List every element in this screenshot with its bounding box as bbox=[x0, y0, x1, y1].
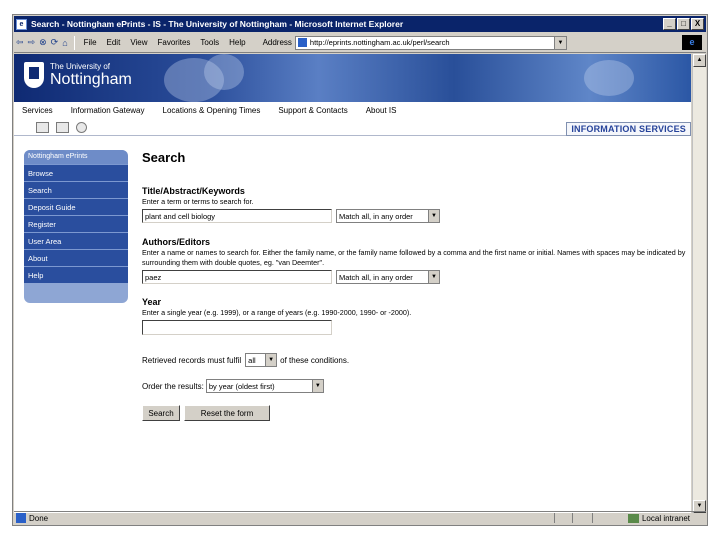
menu-edit[interactable]: Edit bbox=[107, 38, 121, 47]
chevron-down-icon[interactable]: ▼ bbox=[265, 354, 277, 366]
order-value: by year (oldest first) bbox=[208, 381, 275, 391]
page-status-icon bbox=[16, 513, 26, 523]
page-content: The University of Nottingham Services In… bbox=[14, 54, 691, 513]
status-divider bbox=[572, 513, 573, 523]
nav-about-is[interactable]: About IS bbox=[366, 106, 397, 118]
authors-match-select[interactable]: Match all, in any order ▼ bbox=[336, 270, 440, 284]
minimize-button[interactable]: _ bbox=[663, 18, 676, 30]
search-form: Search Title/Abstract/Keywords Enter a t… bbox=[142, 150, 687, 421]
browser-toolbar: ⇦ ⇨ ⊗ ⟳ ⌂ File Edit View Favorites Tools… bbox=[14, 33, 706, 53]
ie-icon: e bbox=[16, 18, 27, 30]
conditions-select[interactable]: all ▼ bbox=[245, 353, 278, 367]
sidebar-item-help[interactable]: Help bbox=[24, 266, 128, 283]
address-value[interactable]: http://eprints.nottingham.ac.uk/perl/sea… bbox=[310, 38, 450, 47]
title-match-select[interactable]: Match all, in any order ▼ bbox=[336, 209, 440, 223]
university-banner: The University of Nottingham bbox=[14, 54, 691, 102]
chevron-down-icon[interactable]: ▼ bbox=[311, 380, 323, 392]
sidebar-item-browse[interactable]: Browse bbox=[24, 164, 128, 181]
address-label: Address bbox=[262, 38, 292, 47]
address-bar[interactable]: http://eprints.nottingham.ac.uk/perl/sea… bbox=[294, 35, 567, 50]
intranet-icon bbox=[627, 513, 639, 523]
stop-icon[interactable]: ⊗ bbox=[39, 37, 47, 48]
order-label: Order the results: bbox=[142, 381, 204, 391]
form-buttons: Search Reset the form bbox=[142, 405, 687, 421]
menu-help[interactable]: Help bbox=[229, 38, 245, 47]
authors-input[interactable] bbox=[142, 270, 332, 284]
status-divider bbox=[554, 513, 555, 523]
nav-information-gateway[interactable]: Information Gateway bbox=[71, 106, 145, 118]
title-section-heading: Title/Abstract/Keywords bbox=[142, 186, 245, 196]
nav-support[interactable]: Support & Contacts bbox=[278, 106, 347, 118]
page-title: Search bbox=[142, 150, 186, 165]
order-row: Order the results: by year (oldest first… bbox=[142, 379, 687, 393]
close-button[interactable]: X bbox=[691, 18, 704, 30]
nav-locations[interactable]: Locations & Opening Times bbox=[163, 106, 261, 118]
security-zone: Local intranet bbox=[627, 513, 690, 523]
menu-tools[interactable]: Tools bbox=[200, 38, 219, 47]
status-divider bbox=[592, 513, 593, 523]
window-title: Search - Nottingham ePrints - IS - The U… bbox=[31, 19, 404, 29]
search-button[interactable]: Search bbox=[142, 405, 180, 421]
year-input[interactable] bbox=[142, 320, 332, 335]
ie-throbber-icon: e bbox=[682, 35, 702, 50]
site-nav: Services Information Gateway Locations &… bbox=[14, 106, 691, 118]
university-name-top: The University of bbox=[50, 62, 111, 71]
scroll-up-icon[interactable]: ▲ bbox=[693, 54, 706, 67]
authors-section-help: Enter a name or names to search for. Eit… bbox=[142, 248, 686, 267]
menu-favorites[interactable]: Favorites bbox=[158, 38, 191, 47]
university-crest-icon bbox=[24, 62, 44, 88]
sidebar-heading[interactable]: Nottingham ePrints bbox=[24, 150, 128, 164]
title-bar: e Search - Nottingham ePrints - IS - The… bbox=[14, 16, 706, 32]
address-dropdown-icon[interactable]: ▼ bbox=[553, 36, 566, 49]
title-keywords-input[interactable] bbox=[142, 209, 332, 223]
window-controls: _ □ X bbox=[663, 18, 704, 30]
toolbar-separator bbox=[73, 35, 75, 50]
authors-match-value: Match all, in any order bbox=[339, 272, 413, 282]
sidebar: Nottingham ePrints Browse Search Deposit… bbox=[24, 150, 128, 303]
vertical-scrollbar[interactable]: ▲ ▼ bbox=[692, 54, 706, 513]
university-name: Nottingham bbox=[50, 71, 132, 88]
nav-services[interactable]: Services bbox=[22, 106, 53, 118]
menu-file[interactable]: File bbox=[84, 38, 97, 47]
page-tools: INFORMATION SERVICES bbox=[14, 120, 691, 136]
status-bar: Done Local intranet bbox=[14, 511, 706, 524]
sidebar-item-about[interactable]: About bbox=[24, 249, 128, 266]
banner-photo bbox=[584, 60, 634, 96]
banner-photo bbox=[204, 54, 244, 90]
text-only-icon[interactable] bbox=[56, 122, 69, 133]
print-icon[interactable] bbox=[36, 122, 49, 133]
authors-section-heading: Authors/Editors bbox=[142, 237, 211, 247]
title-section-help: Enter a term or terms to search for. bbox=[142, 197, 254, 206]
sidebar-item-register[interactable]: Register bbox=[24, 215, 128, 232]
year-section-help: Enter a single year (e.g. 1999), or a ra… bbox=[142, 308, 412, 317]
sidebar-item-search[interactable]: Search bbox=[24, 181, 128, 198]
menu-view[interactable]: View bbox=[130, 38, 147, 47]
back-icon[interactable]: ⇦ bbox=[16, 37, 24, 48]
refresh-icon[interactable]: ⟳ bbox=[51, 37, 59, 48]
home-icon[interactable]: ⌂ bbox=[62, 38, 67, 48]
order-select[interactable]: by year (oldest first) ▼ bbox=[205, 379, 324, 393]
zone-text: Local intranet bbox=[641, 513, 690, 523]
conditions-before-text: Retrieved records must fulfil bbox=[142, 355, 242, 365]
status-text: Done bbox=[29, 513, 49, 523]
sidebar-item-user-area[interactable]: User Area bbox=[24, 232, 128, 249]
reset-button[interactable]: Reset the form bbox=[184, 405, 270, 421]
chevron-down-icon[interactable]: ▼ bbox=[428, 210, 439, 222]
conditions-value: all bbox=[248, 355, 256, 365]
page-icon bbox=[297, 38, 307, 47]
forward-icon[interactable]: ⇨ bbox=[28, 37, 36, 48]
information-services-label: INFORMATION SERVICES bbox=[566, 122, 691, 136]
sidebar-item-deposit-guide[interactable]: Deposit Guide bbox=[24, 198, 128, 215]
maximize-button[interactable]: □ bbox=[677, 18, 690, 30]
chevron-down-icon[interactable]: ▼ bbox=[428, 271, 439, 283]
conditions-row: Retrieved records must fulfil all ▼ of t… bbox=[142, 353, 687, 367]
magnify-icon[interactable] bbox=[76, 122, 87, 133]
browser-window: e Search - Nottingham ePrints - IS - The… bbox=[12, 14, 708, 526]
conditions-after-text: of these conditions. bbox=[280, 355, 350, 365]
year-section-heading: Year bbox=[142, 297, 162, 307]
title-match-value: Match all, in any order bbox=[339, 211, 413, 221]
